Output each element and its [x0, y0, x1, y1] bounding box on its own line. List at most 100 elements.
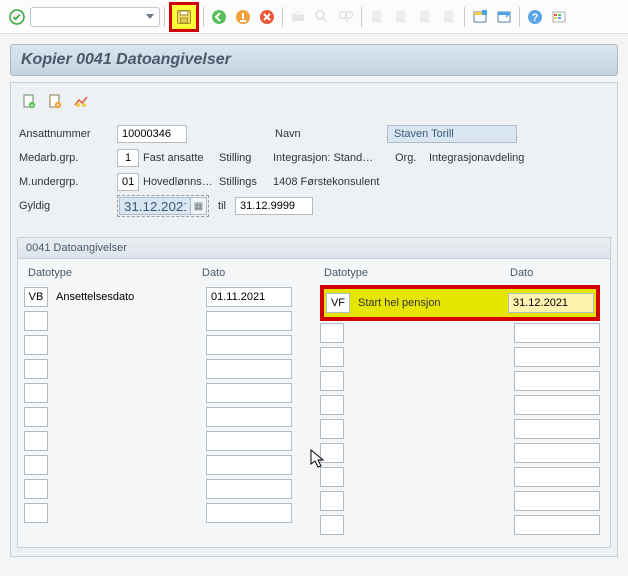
table-row	[320, 321, 600, 345]
desc-input[interactable]	[354, 293, 504, 313]
desc-input[interactable]	[348, 419, 510, 439]
code-input[interactable]	[24, 407, 48, 427]
desc-input[interactable]	[348, 371, 510, 391]
desc-input[interactable]	[52, 383, 202, 403]
separator	[361, 7, 362, 27]
date-input[interactable]	[514, 419, 600, 439]
date-input[interactable]	[514, 347, 600, 367]
label-org: Org.	[395, 152, 425, 164]
code-input[interactable]	[320, 371, 344, 391]
date-input[interactable]	[206, 311, 292, 331]
code-input[interactable]	[320, 323, 344, 343]
settings-icon[interactable]	[548, 6, 570, 28]
table-row	[24, 405, 292, 429]
code-input[interactable]	[320, 467, 344, 487]
date-from-wrapper: ▦	[117, 195, 209, 217]
header-datotype-left: Datotype	[28, 267, 194, 279]
doc-next-icon[interactable]	[45, 91, 65, 111]
desc-input[interactable]	[348, 395, 510, 415]
code-input[interactable]	[320, 515, 344, 535]
desc-input[interactable]	[52, 431, 202, 451]
desc-input[interactable]	[52, 359, 202, 379]
save-icon	[176, 9, 192, 25]
desc-input[interactable]	[348, 515, 510, 535]
date-input[interactable]	[206, 503, 292, 523]
save-button-highlight	[169, 2, 199, 32]
main-toolbar: ?	[0, 0, 628, 34]
date-input[interactable]	[206, 407, 292, 427]
overview-icon[interactable]	[71, 91, 91, 111]
table-row	[24, 333, 292, 357]
calendar-icon[interactable]: ▦	[191, 197, 207, 215]
date-input[interactable]	[514, 371, 600, 391]
text-mundergrp: Hovedlønns…	[143, 176, 215, 188]
table-row	[320, 417, 600, 441]
desc-input[interactable]	[52, 503, 202, 523]
table-row	[320, 489, 600, 513]
date-input[interactable]	[206, 383, 292, 403]
command-dropdown[interactable]	[30, 7, 160, 27]
help-icon[interactable]: ?	[524, 6, 546, 28]
new-window-icon[interactable]	[469, 6, 491, 28]
date-input[interactable]	[514, 395, 600, 415]
separator	[164, 7, 165, 27]
date-input[interactable]	[514, 323, 600, 343]
layout-icon[interactable]	[493, 6, 515, 28]
code-input[interactable]	[326, 293, 350, 313]
date-input[interactable]	[514, 467, 600, 487]
date-input[interactable]	[206, 335, 292, 355]
code-input[interactable]	[320, 395, 344, 415]
code-input[interactable]	[320, 491, 344, 511]
code-input[interactable]	[320, 443, 344, 463]
input-mundergrp[interactable]	[117, 173, 139, 191]
code-input[interactable]	[24, 431, 48, 451]
code-input[interactable]	[320, 419, 344, 439]
svg-text:?: ?	[532, 12, 539, 24]
label-medarb: Medarb.grp.	[19, 152, 113, 164]
date-input[interactable]	[514, 491, 600, 511]
date-input[interactable]	[206, 479, 292, 499]
back-icon[interactable]	[208, 6, 230, 28]
row-medarb: Medarb.grp. Fast ansatte Stilling Integr…	[19, 147, 607, 169]
date-input[interactable]	[206, 287, 292, 307]
desc-input[interactable]	[52, 455, 202, 475]
desc-input[interactable]	[348, 491, 510, 511]
desc-input[interactable]	[348, 443, 510, 463]
code-input[interactable]	[24, 455, 48, 475]
date-input[interactable]	[206, 359, 292, 379]
code-input[interactable]	[24, 359, 48, 379]
desc-input[interactable]	[52, 287, 202, 307]
code-input[interactable]	[24, 311, 48, 331]
find-icon	[311, 6, 333, 28]
code-input[interactable]	[24, 383, 48, 403]
date-input[interactable]	[206, 431, 292, 451]
date-input[interactable]	[514, 515, 600, 535]
input-ansattnummer[interactable]	[117, 125, 187, 143]
desc-input[interactable]	[52, 335, 202, 355]
desc-input[interactable]	[52, 479, 202, 499]
desc-input[interactable]	[348, 323, 510, 343]
table-row	[24, 309, 292, 333]
input-medarb[interactable]	[117, 149, 139, 167]
desc-input[interactable]	[52, 311, 202, 331]
code-input[interactable]	[24, 287, 48, 307]
code-input[interactable]	[24, 335, 48, 355]
input-gyldig-til[interactable]	[235, 197, 313, 215]
code-input[interactable]	[24, 503, 48, 523]
ok-icon[interactable]	[6, 6, 28, 28]
date-input[interactable]	[206, 455, 292, 475]
date-input[interactable]	[514, 443, 600, 463]
code-input[interactable]	[320, 347, 344, 367]
label-ansattnummer: Ansattnummer	[19, 128, 113, 140]
exit-icon[interactable]	[232, 6, 254, 28]
desc-input[interactable]	[348, 347, 510, 367]
doc-add-icon[interactable]: +	[19, 91, 39, 111]
save-button[interactable]	[173, 6, 195, 28]
desc-input[interactable]	[348, 467, 510, 487]
desc-input[interactable]	[52, 407, 202, 427]
input-gyldig-from[interactable]	[119, 197, 191, 215]
code-input[interactable]	[24, 479, 48, 499]
panel-toolbar: +	[17, 89, 611, 119]
date-input[interactable]	[508, 293, 594, 313]
cancel-icon[interactable]	[256, 6, 278, 28]
